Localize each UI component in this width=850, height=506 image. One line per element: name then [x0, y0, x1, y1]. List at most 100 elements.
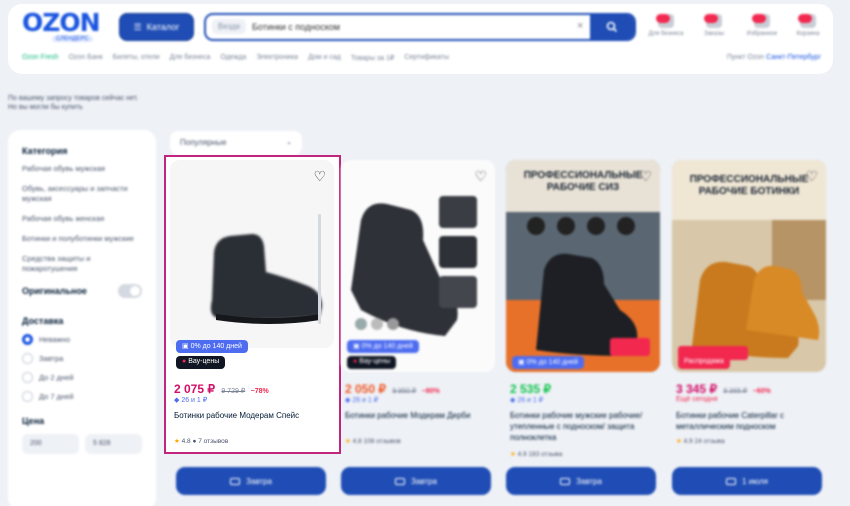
reviews-count[interactable]: 24 отзыва — [695, 438, 725, 445]
sort-select[interactable]: Популярные ⌄ — [170, 131, 302, 155]
subnav-item[interactable]: Одежда — [220, 54, 246, 62]
price: 2 075 ₽ 9 729 ₽ −78% — [174, 382, 269, 396]
cart-label: Корзина — [796, 31, 820, 37]
favorites-label: Избранное — [746, 31, 778, 37]
search-button[interactable] — [590, 15, 634, 39]
installment-badge: ▣ 0% до 140 дней — [176, 340, 248, 353]
subnav-item[interactable]: Ozon Fresh — [22, 54, 59, 62]
cart-action[interactable]: Корзина — [788, 10, 828, 46]
delivery-option[interactable]: До 2 дней — [22, 372, 142, 383]
current-price: 2 535 ₽ — [510, 382, 551, 396]
ozon-logo[interactable]: OZON СЛЕНДЕРС — [22, 10, 114, 45]
subnav-item[interactable]: Товары за 1₽ — [351, 54, 394, 62]
favorites-action[interactable]: Избранное — [742, 10, 782, 46]
subnav-item[interactable]: Ozon Банк — [69, 54, 103, 62]
product-image[interactable]: ПРОФЕССИОНАЛЬНЫЕ РАБОЧИЕ СИЗ ♡ — [506, 160, 660, 372]
old-price: 9 950 ₽ — [392, 388, 417, 395]
delivery-label: Завтра — [39, 354, 64, 363]
old-price: 9 729 ₽ — [221, 388, 246, 395]
search-icon — [606, 21, 618, 33]
category-link[interactable]: Средства защиты и пожаротушения — [22, 254, 142, 274]
product-title[interactable]: Ботинки рабочие мужские рабочие/утепленн… — [510, 410, 660, 443]
delivery-option[interactable]: Неважно — [22, 334, 142, 345]
subnav-item[interactable]: Билеты, отели — [113, 54, 160, 62]
old-price: 8 365 ₽ — [723, 388, 748, 395]
price-range: 200 5 828 — [22, 434, 142, 454]
add-to-cart-button[interactable]: 1 июля — [672, 467, 822, 495]
points-text: 26 и 1 ₽ — [181, 397, 208, 404]
delivery-label: Неважно — [39, 335, 70, 344]
original-toggle[interactable] — [118, 284, 142, 298]
product-title[interactable]: Ботинки рабочие Модерам Спейс — [174, 410, 324, 421]
sale-text: Распродажа — [684, 358, 724, 365]
gallery-scrollbar[interactable] — [318, 214, 321, 324]
product-title[interactable]: Ботинки рабочие Модерам Дерби — [345, 410, 495, 421]
search-input[interactable] — [252, 15, 572, 39]
radio-icon — [22, 353, 33, 364]
header: OZON СЛЕНДЕРС ☰ Каталог Везде × Для бизн… — [8, 4, 833, 74]
wow-price-text: Вау-цены — [359, 358, 391, 365]
add-to-cart-button[interactable]: Завтра — [506, 467, 656, 495]
favorite-heart-icon[interactable]: ♡ — [474, 168, 487, 185]
promo-line: Ещё сегодня — [676, 396, 718, 403]
installment-text: 0% до 140 дней — [526, 359, 578, 366]
business-action[interactable]: Для бизнеса — [646, 10, 686, 46]
radio-icon — [22, 391, 33, 402]
favorite-heart-icon[interactable]: ♡ — [313, 168, 326, 185]
reviews-count[interactable]: 183 отзыва — [529, 451, 563, 458]
price-from-input[interactable]: 200 — [22, 434, 79, 454]
product-image[interactable]: ♡ — [170, 160, 334, 348]
catalog-button[interactable]: ☰ Каталог — [119, 13, 194, 41]
subnav-item[interactable]: Электроника — [256, 54, 298, 62]
comment-icon: ● — [192, 438, 197, 445]
reviews-count[interactable]: 7 отзывов — [198, 438, 228, 445]
delivery-option[interactable]: Завтра — [22, 353, 142, 364]
star-icon: ★ — [174, 438, 180, 445]
rating-value: 4.8 — [181, 438, 191, 445]
delivery-label: До 2 дней — [39, 373, 74, 382]
product-card[interactable]: ПРОФЕССИОНАЛЬНЫЕ РАБОЧИЕ БОТИНКИ ♡ Распр… — [672, 160, 832, 500]
rating-value: 4.9 — [683, 438, 693, 445]
favorite-heart-icon[interactable]: ♡ — [639, 168, 652, 185]
product-banner-text: ПРОФЕССИОНАЛЬНЫЕ РАБОЧИЕ СИЗ — [523, 170, 643, 193]
category-link[interactable]: Обувь, аксессуары и запчасти мужская — [22, 184, 142, 204]
category-link[interactable]: Ботинки и полуботинки мужские — [22, 234, 142, 244]
current-price: 3 345 ₽ — [676, 382, 717, 396]
points-text: 26 и 1 ₽ — [517, 397, 544, 404]
category-link[interactable]: Рабочая обувь мужская — [22, 164, 142, 174]
installment-text: 0% до 140 дней — [361, 343, 413, 350]
product-card[interactable]: ♡ ▣ 0% до 140 дней ● Вау-цены 2 075 ₽ 9 … — [170, 160, 334, 500]
add-to-cart-button[interactable]: Завтра — [341, 467, 491, 495]
search-bar: Везде × — [204, 13, 636, 41]
rating: ★ 4.9 24 отзыва — [676, 437, 725, 445]
product-banner-text: ПРОФЕССИОНАЛЬНЫЕ РАБОЧИЕ БОТИНКИ — [689, 174, 809, 197]
search-scope-select[interactable]: Везде — [212, 19, 247, 34]
product-card[interactable]: ПРОФЕССИОНАЛЬНЫЕ РАБОЧИЕ СИЗ ♡ ▣ 0% до 1… — [506, 160, 666, 500]
orders-action[interactable]: Заказы — [694, 10, 734, 46]
location-link[interactable]: Санкт-Петербург — [766, 54, 821, 61]
delivery-date: Завтра — [246, 476, 272, 486]
product-card[interactable]: ♡ ▣ 0% до 140 дней ● Вау-цены 2 050 ₽ 9 … — [341, 160, 501, 500]
subnav: Ozon Fresh Ozon Банк Билеты, отели Для б… — [22, 54, 449, 62]
subnav-item[interactable]: Сертификаты — [404, 54, 449, 62]
reviews-count[interactable]: 108 отзывов — [364, 438, 401, 445]
subnav-item[interactable]: Для бизнеса — [170, 54, 211, 62]
subnav-item[interactable]: Дом и сад — [308, 54, 341, 62]
add-to-cart-button[interactable]: Завтра — [176, 467, 326, 495]
favorite-heart-icon[interactable]: ♡ — [805, 168, 818, 185]
location-prefix: Пункт Ozon — [726, 54, 765, 61]
wow-price-badge: ● Вау-цены — [176, 356, 226, 369]
original-filter: Оригинальное — [22, 284, 142, 298]
cart-icon — [798, 14, 816, 28]
orders-label: Заказы — [703, 31, 725, 37]
product-image[interactable]: ПРОФЕССИОНАЛЬНЫЕ РАБОЧИЕ БОТИНКИ ♡ — [672, 160, 826, 372]
price-to-input[interactable]: 5 828 — [85, 434, 142, 454]
delivery-option[interactable]: До 7 дней — [22, 391, 142, 402]
product-title[interactable]: Ботинки рабочие Caterpillar с металличес… — [676, 410, 826, 432]
briefcase-icon — [656, 14, 674, 28]
location[interactable]: Пункт Ozon Санкт-Петербург — [727, 54, 821, 61]
clear-icon[interactable]: × — [577, 20, 583, 32]
category-link[interactable]: Рабочая обувь женская — [22, 214, 142, 224]
price-title: Цена — [22, 416, 45, 426]
sale-badge: Распродажа — [678, 356, 730, 369]
